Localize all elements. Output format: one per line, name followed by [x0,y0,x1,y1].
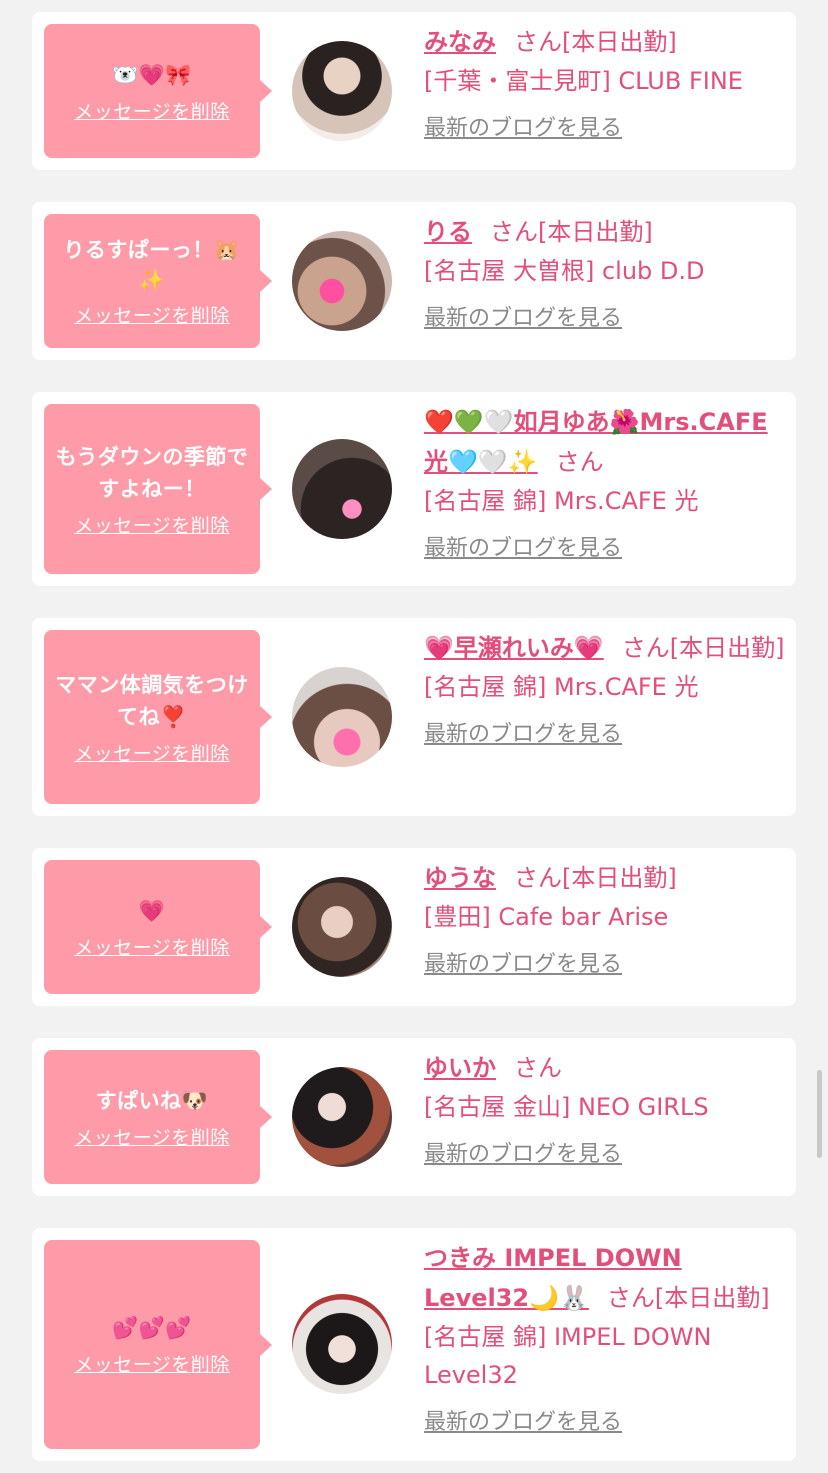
delete-message-link[interactable]: メッセージを削除 [74,97,230,124]
name-line: みなみ さん[本日出勤] [424,22,788,62]
cast-info: みなみ さん[本日出勤] [千葉・富士見町] CLUB FINE 最新のブログを見… [424,22,788,142]
favorite-card: すぱいね🐶 メッセージを削除 ゆいか さん [名古屋 金山] NEO GIRLS … [32,1038,796,1196]
avatar[interactable] [292,439,392,539]
delete-message-link[interactable]: メッセージを削除 [74,739,230,766]
cast-info: つきみ IMPEL DOWN Level32🌙🐰 さん[本日出勤] [名古屋 錦]… [424,1238,788,1436]
message-bubble: 💕💕💕 メッセージを削除 [44,1240,272,1449]
cast-info: ゆいか さん [名古屋 金山] NEO GIRLS 最新のブログを見る [424,1048,788,1168]
message-bubble: 🐻‍❄️💗🎀 メッセージを削除 [44,24,272,158]
name-line: ❤️💚🤍如月ゆあ🌺Mrs.CAFE光🩵🤍✨ さん [424,402,788,482]
cast-info: ゆうな さん[本日出勤] [豊田] Cafe bar Arise 最新のブログを見… [424,858,788,978]
name-line: りる さん[本日出勤] [424,212,788,252]
cast-name-link[interactable]: みなみ [424,28,496,56]
avatar[interactable] [292,1067,392,1167]
message-text: 💗 [138,898,166,923]
latest-blog-link[interactable]: 最新のブログを見る [424,530,622,562]
cast-name-link[interactable]: 💗早瀬れいみ💗 [424,634,604,662]
message-text: もうダウンの季節ですよねー！ [55,444,249,501]
honorific: さん [555,448,604,476]
message-bubble: 💗 メッセージを削除 [44,860,272,994]
message-text: 💕💕💕 [112,1316,192,1340]
honorific: さん [514,1054,562,1082]
honorific: さん [621,634,670,662]
message-bubble: すぱいね🐶 メッセージを削除 [44,1050,272,1184]
latest-blog-link[interactable]: 最新のブログを見る [424,1404,622,1436]
name-line: ゆうな さん[本日出勤] [424,858,788,898]
message-bubble: りるすぱーっ！🐹✨ メッセージを削除 [44,214,272,348]
cast-info: 💗早瀬れいみ💗 さん[本日出勤] [名古屋 錦] Mrs.CAFE 光 最新のブロ… [424,628,788,748]
favorite-card: もうダウンの季節ですよねー！ メッセージを削除 ❤️💚🤍如月ゆあ🌺Mrs.CAF… [32,392,796,586]
shop-info: [名古屋 大曽根] club D.D [424,257,705,285]
shop-info: [豊田] Cafe bar Arise [424,903,669,931]
scrollbar[interactable] [817,1070,822,1158]
attendance-status: [本日出勤] [562,28,677,56]
name-line: 💗早瀬れいみ💗 さん[本日出勤] [424,628,788,668]
attendance-status: [本日出勤] [562,864,677,892]
message-text: ママン体調気をつけてね❣️ [55,672,249,729]
latest-blog-link[interactable]: 最新のブログを見る [424,1136,622,1168]
cast-name-link[interactable]: ゆいか [424,1054,496,1082]
message-bubble: もうダウンの季節ですよねー！ メッセージを削除 [44,404,272,574]
delete-message-link[interactable]: メッセージを削除 [74,933,230,960]
favorite-card: 🐻‍❄️💗🎀 メッセージを削除 みなみ さん[本日出勤] [千葉・富士見町] CL… [32,12,796,170]
avatar[interactable] [292,667,392,767]
honorific: さん [514,28,562,56]
latest-blog-link[interactable]: 最新のブログを見る [424,110,622,142]
attendance-status: [本日出勤] [669,634,785,662]
avatar[interactable] [292,231,392,331]
message-text: すぱいね🐶 [95,1088,209,1113]
shop-info: [名古屋 錦] Mrs.CAFE 光 [424,487,699,515]
favorite-card: ママン体調気をつけてね❣️ メッセージを削除 💗早瀬れいみ💗 さん[本日出勤] [… [32,618,796,816]
name-line: ゆいか さん [424,1048,788,1088]
favorite-card: 💕💕💕 メッセージを削除 つきみ IMPEL DOWN Level32🌙🐰 さん[… [32,1228,796,1461]
honorific: さん [514,864,562,892]
shop-info: [名古屋 錦] Mrs.CAFE 光 [424,673,699,701]
avatar[interactable] [292,41,392,141]
latest-blog-link[interactable]: 最新のブログを見る [424,716,622,748]
message-text: りるすぱーっ！🐹✨ [63,237,241,292]
cast-info: りる さん[本日出勤] [名古屋 大曽根] club D.D 最新のブログを見る [424,212,788,332]
cast-name-link[interactable]: りる [424,218,472,246]
honorific: さん [606,1284,655,1312]
attendance-status: [本日出勤] [538,218,653,246]
favorite-card: りるすぱーっ！🐹✨ メッセージを削除 りる さん[本日出勤] [名古屋 大曽根] … [32,202,796,360]
favorite-card: 💗 メッセージを削除 ゆうな さん[本日出勤] [豊田] Cafe bar Ari… [32,848,796,1006]
delete-message-link[interactable]: メッセージを削除 [74,1350,230,1377]
delete-message-link[interactable]: メッセージを削除 [74,301,230,328]
avatar[interactable] [292,877,392,977]
name-line: つきみ IMPEL DOWN Level32🌙🐰 さん[本日出勤] [424,1238,788,1318]
honorific: さん [490,218,538,246]
cast-info: ❤️💚🤍如月ゆあ🌺Mrs.CAFE光🩵🤍✨ さん [名古屋 錦] Mrs.CAFE… [424,402,788,562]
delete-message-link[interactable]: メッセージを削除 [74,1123,230,1150]
attendance-status: [本日出勤] [654,1284,770,1312]
latest-blog-link[interactable]: 最新のブログを見る [424,300,622,332]
delete-message-link[interactable]: メッセージを削除 [74,511,230,538]
cast-name-link[interactable]: ゆうな [424,864,496,892]
latest-blog-link[interactable]: 最新のブログを見る [424,946,622,978]
avatar[interactable] [292,1294,392,1394]
shop-info: [名古屋 金山] NEO GIRLS [424,1093,709,1121]
shop-info: [名古屋 錦] IMPEL DOWN Level32 [424,1323,712,1389]
message-text: 🐻‍❄️💗🎀 [112,62,192,87]
shop-info: [千葉・富士見町] CLUB FINE [424,67,743,95]
message-bubble: ママン体調気をつけてね❣️ メッセージを削除 [44,630,272,804]
